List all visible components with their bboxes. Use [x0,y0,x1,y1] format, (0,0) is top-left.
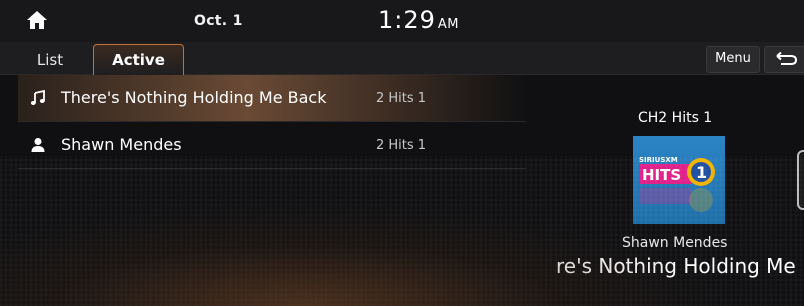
album-logo-text: HITS [642,166,681,184]
status-date: Oct. 1 [194,13,243,29]
now-playing-title: re's Nothing Holding Me [556,254,796,278]
channel-list: There's Nothing Holding Me Back 2 Hits 1… [18,75,526,169]
menu-button[interactable]: Menu [706,46,760,73]
tab-list[interactable]: List [22,46,78,74]
list-item-channel: 2 Hits 1 [376,91,427,106]
list-item-title: Shawn Mendes [61,135,182,154]
music-note-icon [30,89,46,106]
tab-active[interactable]: Active [93,44,184,76]
tab-bar: List Active Menu [0,42,804,76]
clock-ampm: AM [437,17,460,32]
album-art: SIRIUSXM HITS 1 [633,136,725,224]
status-clock: 1:29 AM [378,6,459,34]
album-brand-text: SIRIUSXM [639,156,678,164]
status-bar: Oct. 1 1:29 AM [0,0,804,42]
list-item[interactable]: There's Nothing Holding Me Back 2 Hits 1 [18,75,526,122]
now-playing-panel: CH2 Hits 1 SIRIUSXM HITS 1 Shawn Mendes … [556,100,804,306]
list-item[interactable]: Shawn Mendes 2 Hits 1 [18,122,526,169]
person-icon [30,137,46,153]
back-button[interactable] [764,46,804,73]
now-playing-channel: CH2 Hits 1 [638,110,713,126]
back-arrow-icon [776,51,798,65]
clock-time: 1:29 [378,6,436,34]
list-item-title: There's Nothing Holding Me Back [61,88,327,107]
home-icon[interactable] [26,10,48,30]
now-playing-artist: Shawn Mendes [622,235,728,251]
side-panel-handle[interactable] [797,150,804,210]
list-item-channel: 2 Hits 1 [376,138,427,153]
album-number-text: 1 [696,163,707,182]
radio-screen: Oct. 1 1:29 AM List Active Menu There's N… [0,0,804,306]
